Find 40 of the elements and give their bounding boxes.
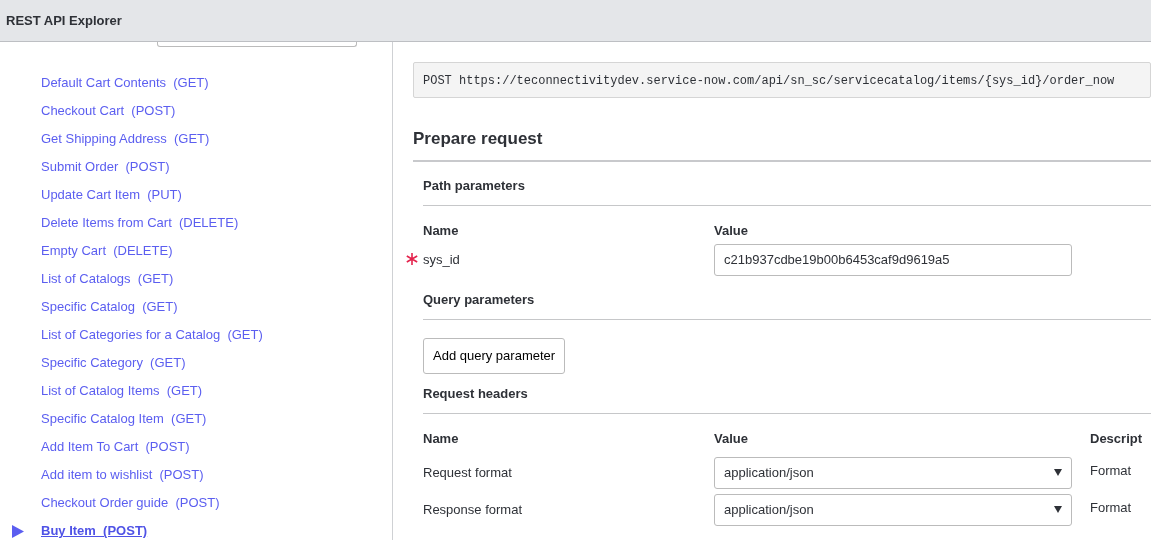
value-field[interactable]: c21b937cdbe19b00b6453caf9d9619a5 (714, 243, 1072, 276)
subsection-heading: Query parameters (423, 275, 1151, 320)
header-name: Request format (423, 463, 513, 482)
api-link[interactable]: Add Item To Cart (POST) (41, 437, 190, 457)
api-link[interactable]: Add item to wishlist (POST) (41, 465, 204, 485)
api-link[interactable]: Specific Catalog Item (GET) (41, 409, 207, 429)
api-link[interactable]: Submit Order (POST) (41, 157, 170, 177)
parameter-name: sys_id (423, 251, 460, 267)
column-header: Value (714, 431, 748, 446)
window-title: REST API Explorer (0, 0, 1151, 42)
section-heading: Prepare request (413, 126, 1151, 162)
column-header: Name (423, 431, 459, 446)
api-link[interactable]: List of Categories for a Catalog (GET) (41, 325, 263, 345)
api-link[interactable]: Update Cart Item (PUT) (41, 185, 182, 205)
api-link[interactable]: List of Catalog Items (GET) (41, 381, 203, 401)
format-select[interactable]: application/json (714, 493, 1072, 526)
format-select[interactable]: application/json (714, 456, 1072, 489)
column-header: Value (714, 223, 748, 238)
api-link[interactable]: Empty Cart (DELETE) (41, 241, 173, 261)
api-link[interactable]: Default Cart Contents (GET) (41, 73, 209, 93)
api-link[interactable]: Delete Items from Cart (DELETE) (41, 213, 239, 233)
subsection-heading: Path parameters (423, 161, 1151, 206)
column-header: Descript (1090, 431, 1143, 446)
api-link[interactable]: Buy Item (POST) (41, 521, 148, 540)
api-link[interactable]: Checkout Order guide (POST) (41, 493, 220, 513)
description-text: Format (1090, 461, 1133, 480)
search-field[interactable] (157, 42, 357, 47)
dropdown-caret-icon (1054, 506, 1062, 513)
description-text: Format (1090, 498, 1133, 517)
api-link[interactable]: Specific Category (GET) (41, 353, 186, 373)
column-header: Name (423, 223, 459, 238)
endpoint-url: POST https://teconnectivitydev.service-now.com/api/sn_sc/servicecatalog/items/{sys_id}/order_now (413, 62, 1151, 98)
api-link[interactable]: Get Shipping Address (GET) (41, 129, 210, 149)
subsection-heading: Request headers (423, 383, 1151, 414)
header-name: Response format (423, 500, 523, 519)
api-link[interactable]: Checkout Cart (POST) (41, 101, 176, 121)
api-link[interactable]: List of Catalogs (GET) (41, 269, 174, 289)
dropdown-caret-icon (1054, 469, 1062, 476)
add-parameter-button[interactable]: Add query parameter (423, 338, 566, 374)
api-link[interactable]: Specific Catalog (GET) (41, 297, 178, 317)
